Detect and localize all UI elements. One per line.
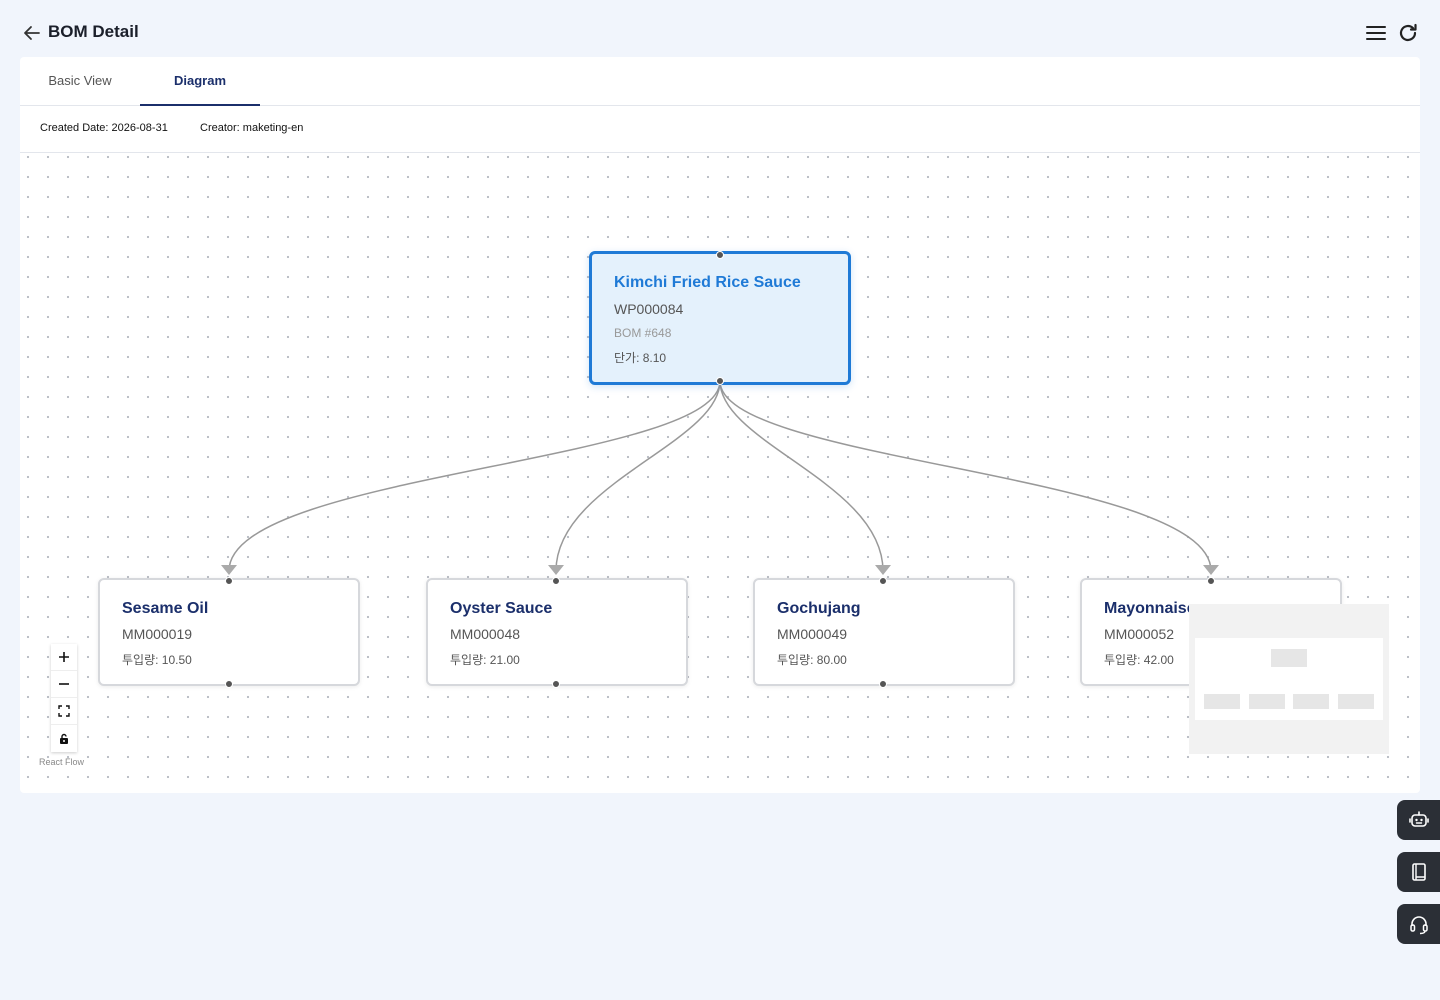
node-handle-bottom[interactable]	[225, 680, 233, 688]
back-arrow-icon[interactable]	[22, 23, 42, 43]
page-title: BOM Detail	[48, 22, 139, 41]
robot-icon	[1408, 811, 1429, 827]
zoom-out-icon[interactable]	[51, 671, 77, 698]
minimap-node	[1293, 694, 1329, 709]
node-code: WP000084	[614, 301, 684, 317]
arrowhead	[548, 565, 564, 575]
arrowhead	[1203, 565, 1219, 575]
fit-view-icon[interactable]	[51, 698, 77, 725]
react-flow-attribution[interactable]: React Flow	[39, 757, 84, 767]
book-icon	[1411, 863, 1426, 881]
minimap[interactable]	[1189, 604, 1389, 754]
edge-to-mayonnaise	[719, 380, 1212, 572]
support-button[interactable]	[1397, 904, 1440, 944]
node-input-quantity: 투입량: 42.00	[1104, 653, 1174, 667]
node-handle-top[interactable]	[552, 577, 560, 585]
arrowhead	[221, 565, 237, 575]
created-date: Created Date: 2026-08-31	[40, 122, 168, 134]
refresh-icon[interactable]	[1396, 21, 1420, 45]
flow-controls	[51, 644, 77, 752]
node-code: MM000052	[1104, 626, 1175, 642]
node-handle-bottom[interactable]	[879, 680, 887, 688]
creator: Creator: maketing-en	[200, 122, 304, 134]
node-name: Mayonnaise	[1104, 600, 1196, 617]
node-name: Oyster Sauce	[450, 600, 553, 617]
node-code: MM000049	[777, 626, 848, 642]
material-node-sesame-oil[interactable]: Sesame Oil MM000019 투입량: 10.50	[98, 578, 360, 686]
node-handle-top[interactable]	[1207, 577, 1215, 585]
node-code: MM000019	[122, 626, 193, 642]
material-node-gochujang[interactable]: Gochujang MM000049 투입량: 80.00	[753, 578, 1015, 686]
node-name: Sesame Oil	[122, 600, 209, 617]
node-name: Kimchi Fried Rice Sauce	[614, 274, 801, 291]
minimap-node	[1249, 694, 1285, 709]
node-handle-bottom[interactable]	[552, 680, 560, 688]
diagram-canvas[interactable]: Kimchi Fried Rice Sauce WP000084 BOM #64…	[20, 153, 1420, 793]
node-code: MM000048	[450, 626, 521, 642]
node-handle-top[interactable]	[716, 251, 724, 259]
minimap-node	[1338, 694, 1374, 709]
hamburger-menu-icon[interactable]	[1364, 22, 1388, 44]
manual-button[interactable]	[1397, 852, 1440, 892]
tab-diagram[interactable]: Diagram	[140, 57, 260, 106]
chatbot-button[interactable]	[1397, 800, 1440, 840]
node-name: Gochujang	[777, 600, 861, 617]
arrowhead	[875, 565, 891, 575]
node-unit-price: 단가: 8.10	[614, 351, 667, 365]
node-handle-top[interactable]	[879, 577, 887, 585]
edge-to-sesame-oil	[228, 380, 721, 572]
meta-info-row: Created Date: 2026-08-31 Creator: maketi…	[20, 106, 1420, 153]
node-input-quantity: 투입량: 21.00	[450, 653, 520, 667]
node-input-quantity: 투입량: 10.50	[122, 653, 192, 667]
edge-to-gochujang	[719, 380, 884, 572]
headset-icon	[1409, 916, 1428, 935]
edge-to-oyster-sauce	[555, 380, 721, 572]
tab-basic-view[interactable]: Basic View	[20, 57, 140, 106]
lock-icon[interactable]	[51, 725, 77, 752]
top-bar: BOM Detail	[0, 0, 1440, 57]
material-node-oyster-sauce[interactable]: Oyster Sauce MM000048 투입량: 21.00	[426, 578, 688, 686]
root-product-node[interactable]: Kimchi Fried Rice Sauce WP000084 BOM #64…	[589, 251, 851, 385]
zoom-in-icon[interactable]	[51, 644, 77, 671]
node-handle-bottom[interactable]	[716, 377, 724, 385]
minimap-node	[1204, 694, 1240, 709]
minimap-node	[1271, 649, 1307, 667]
node-handle-top[interactable]	[225, 577, 233, 585]
node-input-quantity: 투입량: 80.00	[777, 653, 847, 667]
tab-bar: Basic View Diagram	[20, 57, 1420, 106]
bom-detail-card: Basic View Diagram Created Date: 2026-08…	[20, 57, 1420, 793]
node-bom-number: BOM #648	[614, 326, 672, 340]
